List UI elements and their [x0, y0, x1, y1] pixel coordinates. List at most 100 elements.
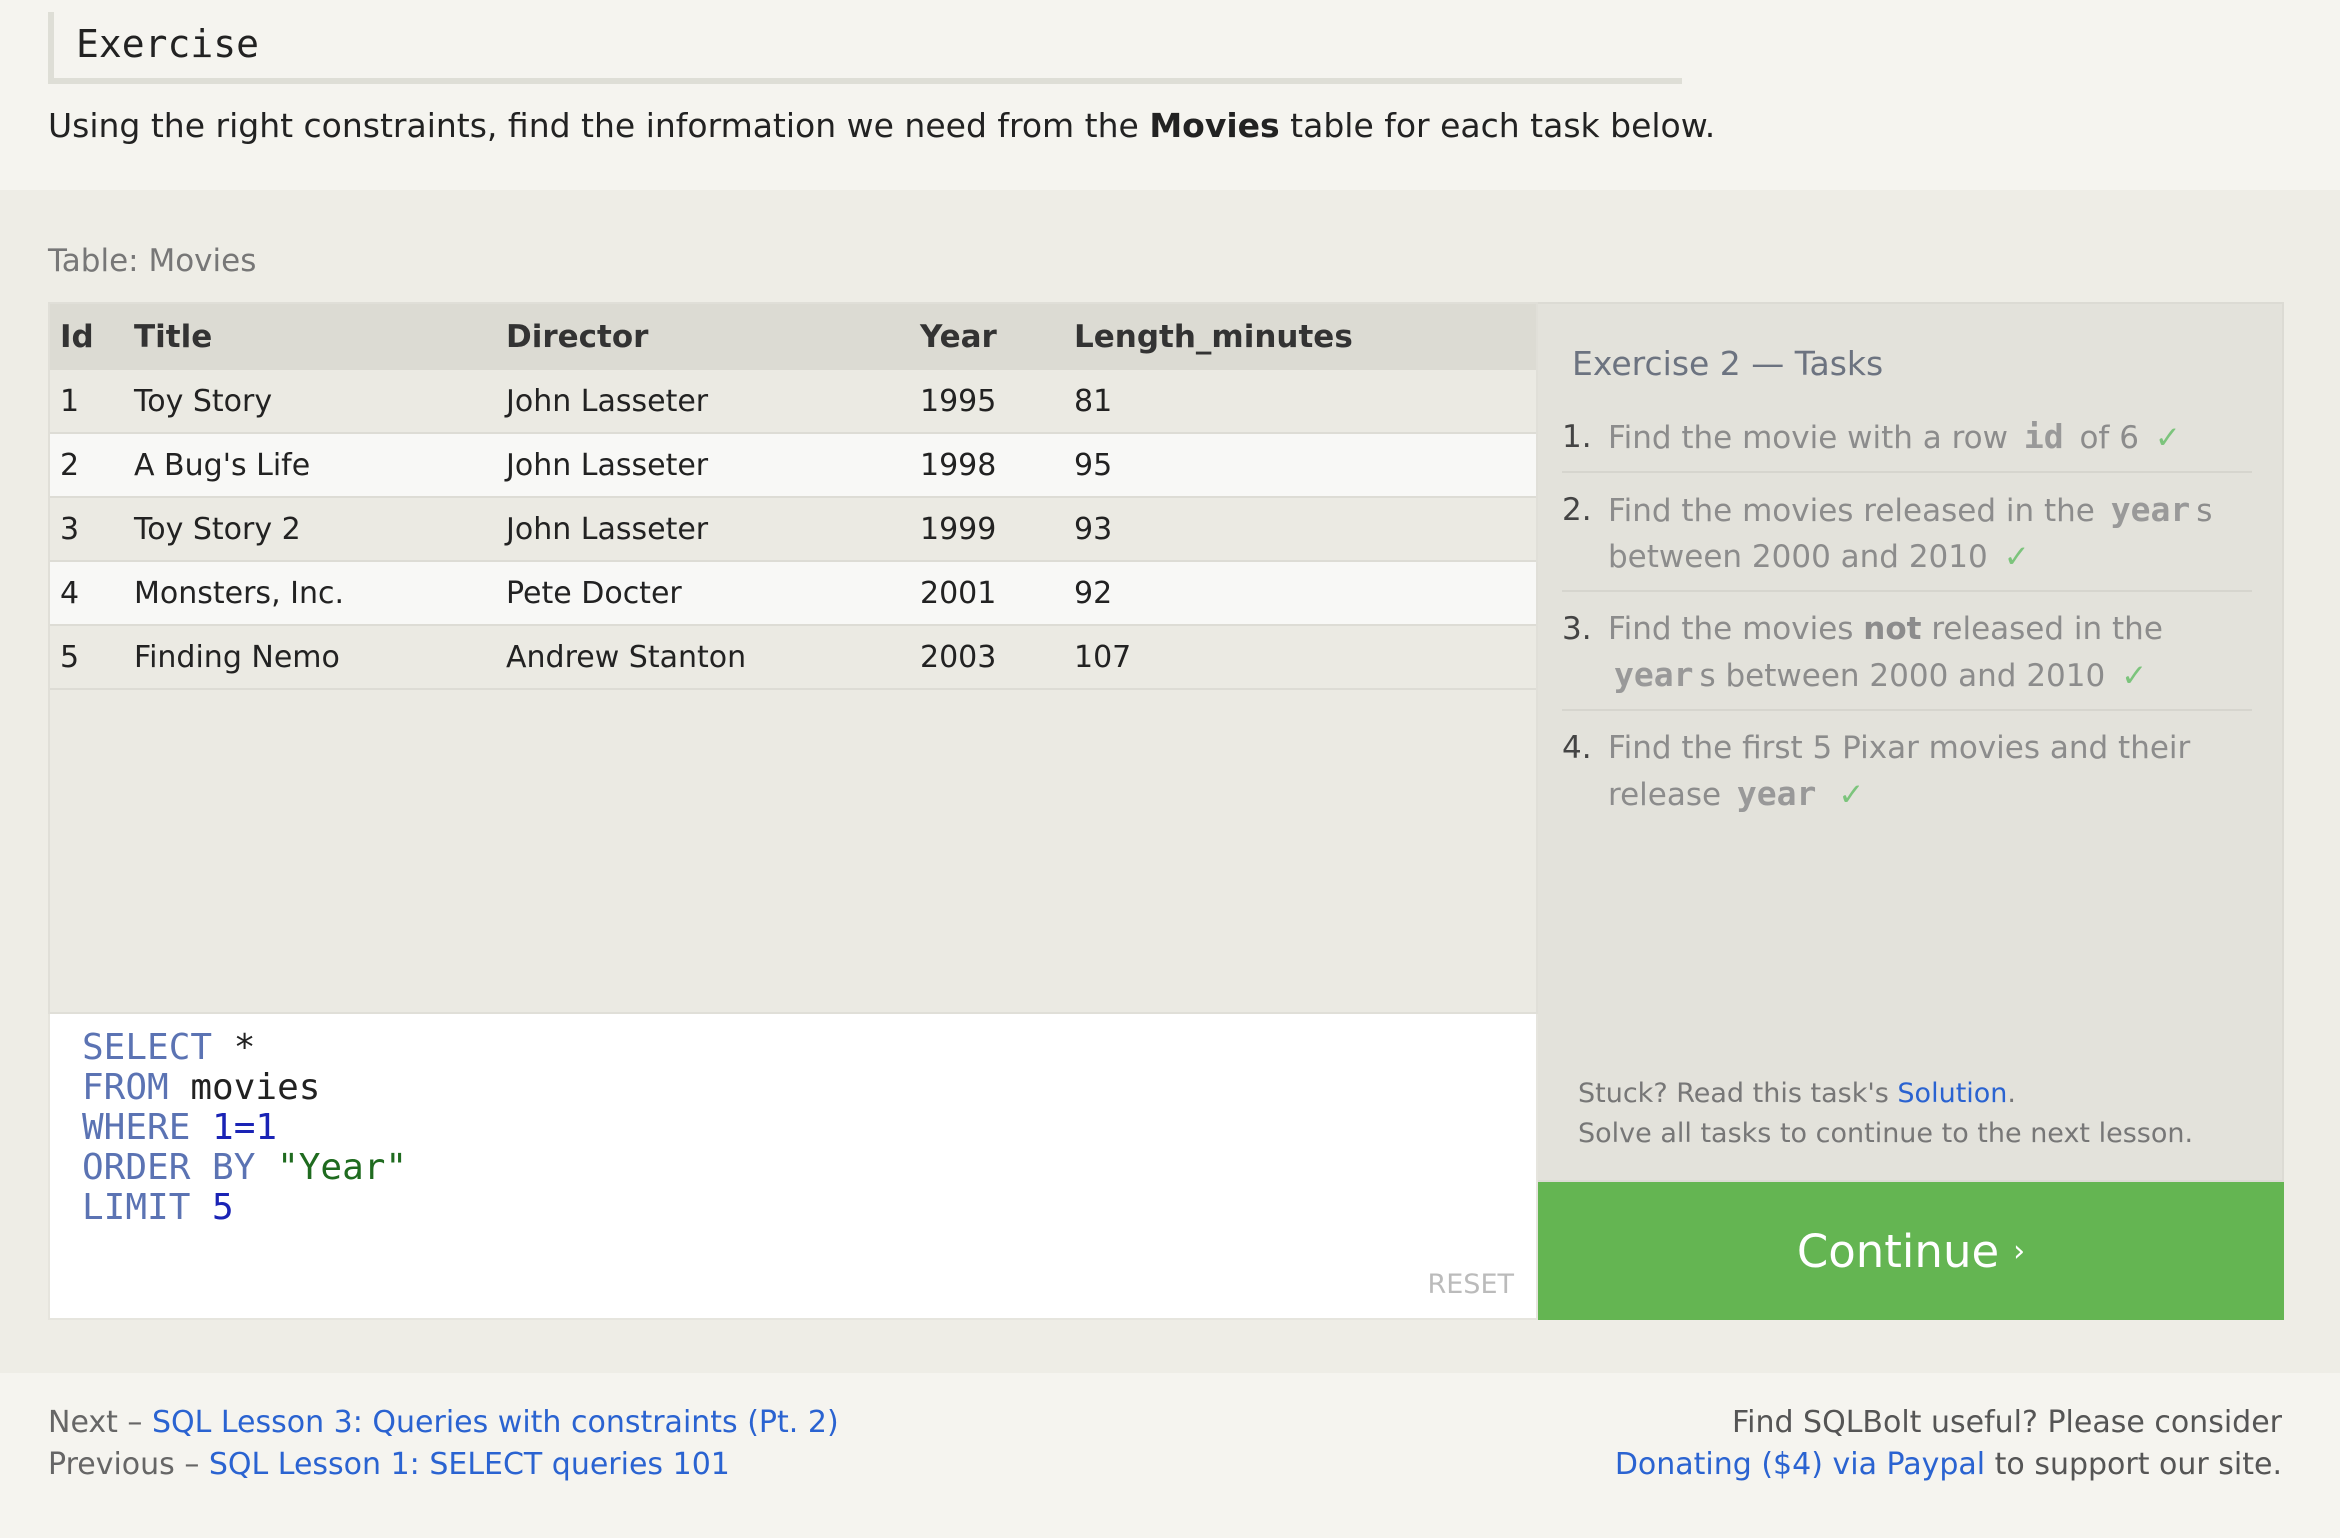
sql-keyword: LIMIT: [82, 1187, 191, 1228]
lesson-navigation: Next – SQL Lesson 3: Queries with constr…: [48, 1402, 839, 1486]
table-cell: 107: [1074, 625, 1536, 690]
stuck-line: Stuck? Read this task's Solution.: [1578, 1078, 2017, 1109]
continue-button[interactable]: Continue ›: [1538, 1182, 2284, 1320]
table-cell: 2001: [920, 561, 1074, 626]
table-body: 1 Toy Story John Lasseter 1995 81 2 A Bug's Li…: [50, 370, 1536, 690]
table-cell: John Lasseter: [506, 433, 920, 498]
table-cell: 1: [50, 370, 134, 434]
task-number: 3.: [1562, 611, 1592, 647]
table-cell: 3: [50, 497, 134, 562]
exercise-header: Exercise: [48, 12, 1682, 84]
table-cell: Toy Story 2: [134, 497, 506, 562]
task-emphasis: not: [1863, 611, 1922, 647]
column-header: Year: [920, 304, 1074, 370]
table-cell: 95: [1074, 433, 1536, 498]
tasks-title: Exercise 2 — Tasks: [1572, 344, 1884, 383]
table-cell: 92: [1074, 561, 1536, 626]
column-header: Director: [506, 304, 920, 370]
sql-text: *: [212, 1027, 256, 1068]
tasks-list: 1. Find the movie with a row id of 6 ✓ 2. Fi…: [1562, 414, 2252, 842]
table-row: 5 Finding Nemo Andrew Stanton 2003 107: [50, 625, 1536, 690]
task-item: 2. Find the movies released in the year s …: [1562, 487, 2252, 592]
task-text: of 6: [2069, 420, 2139, 456]
task-code: year: [1614, 655, 1694, 694]
table-cell: 2003: [920, 625, 1074, 690]
table-cell: Finding Nemo: [134, 625, 506, 690]
table-cell: 1998: [920, 433, 1074, 498]
task-item: 4. Find the first 5 Pixar movies and thei…: [1562, 725, 2252, 828]
table-row: 3 Toy Story 2 John Lasseter 1999 93: [50, 497, 1536, 562]
code-line: WHERE 1=1: [82, 1108, 407, 1148]
sql-editor[interactable]: SELECT * FROM movies WHERE 1=1 ORDER BY "Ye…: [48, 1014, 1538, 1320]
sql-number: 1=1: [190, 1107, 278, 1148]
sql-keyword: FROM: [82, 1067, 169, 1108]
table-cell: A Bug's Life: [134, 433, 506, 498]
exercise-instructions: Using the right constraints, find the in…: [48, 106, 1716, 145]
checkmark-icon: ✓: [2121, 658, 2148, 694]
checkmark-icon: ✓: [1838, 777, 1865, 813]
table-cell: 4: [50, 561, 134, 626]
table-cell: 1995: [920, 370, 1074, 434]
reset-button[interactable]: RESET: [1427, 1269, 1514, 1300]
task-text: s between 2000 and 2010: [1699, 658, 2106, 694]
table-cell: 1999: [920, 497, 1074, 562]
exercise-title: Exercise: [76, 22, 260, 66]
task-text: Find the movies: [1608, 611, 1864, 647]
support-message: Find SQLBolt useful? Please consider Don…: [1615, 1402, 2282, 1486]
sql-keyword: SELECT: [82, 1027, 213, 1068]
task-number: 4.: [1562, 730, 1592, 766]
chevron-right-icon: ›: [2013, 1233, 2026, 1269]
table-cell: John Lasseter: [506, 370, 920, 434]
task-number: 1.: [1562, 419, 1592, 455]
task-text: Find the first 5 Pixar movies and their …: [1608, 730, 2191, 813]
table-cell: 93: [1074, 497, 1536, 562]
column-header: Id: [50, 304, 134, 370]
sql-code[interactable]: SELECT * FROM movies WHERE 1=1 ORDER BY "Ye…: [82, 1028, 407, 1228]
results-table-panel: Id Title Director Year Length_minutes 1 Toy S…: [48, 302, 1538, 1014]
donate-line: Donating ($4) via Paypal to support our …: [1614, 1447, 2282, 1482]
table-cell: 2: [50, 433, 134, 498]
table-row: 1 Toy Story John Lasseter 1995 81: [50, 370, 1536, 434]
next-lesson-line: Next – SQL Lesson 3: Queries with constr…: [48, 1405, 839, 1440]
support-line: Find SQLBolt useful? Please consider: [1732, 1405, 2282, 1440]
table-row: 2A Bug's Life John Lasseter 1998 95: [50, 433, 1536, 498]
solution-link[interactable]: Solution: [1897, 1078, 2007, 1109]
column-header: Title: [134, 304, 506, 370]
table-cell: Andrew Stanton: [506, 625, 920, 690]
code-line: FROM movies: [82, 1068, 407, 1108]
task-code: id: [2023, 417, 2064, 456]
previous-lesson-link[interactable]: SQL Lesson 1: SELECT queries 101: [209, 1447, 730, 1482]
task-code: year: [2110, 490, 2191, 529]
next-lesson-link[interactable]: SQL Lesson 3: Queries with constraints (…: [152, 1405, 839, 1440]
sql-text: movies: [168, 1067, 321, 1108]
checkmark-icon: ✓: [2003, 539, 2030, 575]
previous-lesson-line: Previous – SQL Lesson 1: SELECT queries …: [48, 1447, 730, 1482]
task-item: 1. Find the movie with a row id of 6 ✓: [1562, 414, 2252, 473]
code-line: SELECT *: [82, 1028, 407, 1068]
checkmark-icon: ✓: [2154, 420, 2181, 456]
column-header: Length_minutes: [1074, 304, 1536, 370]
task-item: 3. Find the movies not released in the ye…: [1562, 606, 2252, 711]
results-table: Id Title Director Year Length_minutes 1 Toy S…: [50, 304, 1536, 690]
sql-string: "Year": [255, 1147, 408, 1188]
table-cell: Toy Story: [134, 370, 506, 434]
table-header-row: Id Title Director Year Length_minutes: [50, 304, 1536, 370]
task-text: Find the movie with a row: [1608, 420, 2018, 456]
table-cell: Monsters, Inc.: [134, 561, 506, 626]
solve-all-note: Solve all tasks to continue to the next …: [1578, 1118, 2194, 1149]
table-caption: Table: Movies: [48, 243, 257, 279]
task-text: Find the movies released in the: [1608, 493, 2105, 529]
donate-link[interactable]: Donating ($4) via Paypal: [1615, 1447, 1985, 1482]
table-row: 4 Monsters, Inc. Pete Docter 2001 92: [50, 561, 1536, 626]
table-cell: John Lasseter: [506, 497, 920, 562]
task-number: 2.: [1562, 492, 1592, 528]
code-line: ORDER BY "Year": [82, 1148, 407, 1188]
continue-label: Continue: [1796, 1224, 2000, 1278]
table-cell: Pete Docter: [506, 561, 920, 626]
task-code: year: [1736, 774, 1817, 813]
sql-number: 5: [190, 1187, 234, 1228]
tasks-panel: Exercise 2 — Tasks 1. Find the movie with…: [1538, 302, 2284, 1182]
help-text: Stuck? Read this task's Solution. Solve …: [1578, 1074, 2193, 1154]
table-cell: 81: [1074, 370, 1536, 434]
task-text: released in the: [1921, 611, 2163, 647]
